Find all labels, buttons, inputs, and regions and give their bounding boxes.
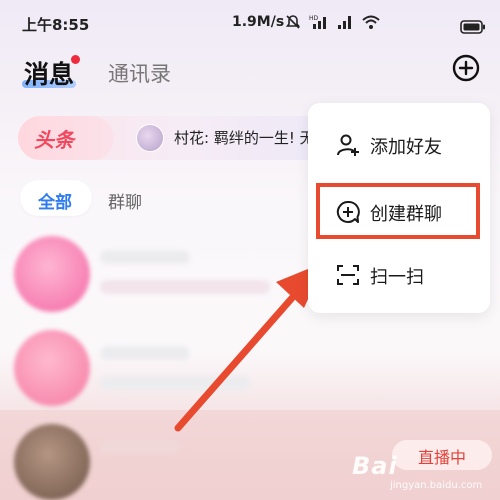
menu-item-add-friend[interactable]: 添加好友 [308,120,490,170]
menu-item-label: 添加好友 [370,137,442,158]
add-friend-icon [337,134,359,156]
menu-item-scan[interactable]: 扫一扫 [308,250,490,300]
highlight-box [316,183,480,239]
scan-icon [337,265,359,285]
menu-item-label: 扫一扫 [370,267,424,288]
